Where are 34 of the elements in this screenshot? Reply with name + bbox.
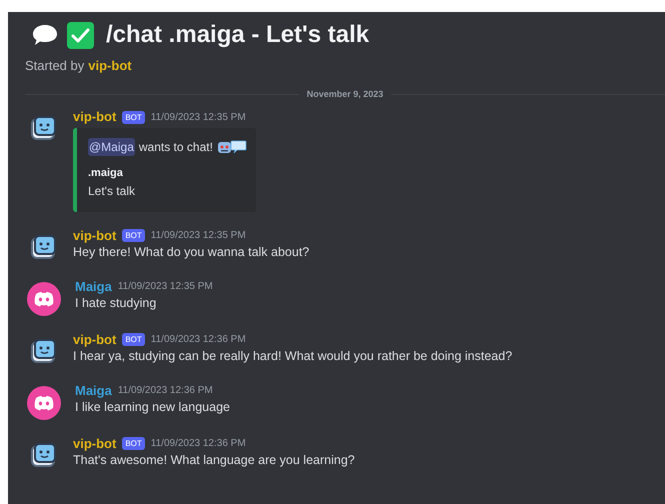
author-name[interactable]: Maiga [75,382,112,398]
starter-name[interactable]: vip-bot [88,56,132,76]
message-text: I hate studying [75,294,158,312]
user-mention[interactable]: @Maiga [88,138,135,156]
author-name[interactable]: vip-bot [73,109,116,125]
author-name[interactable]: Maiga [75,278,112,294]
author-name[interactable]: vip-bot [73,228,116,244]
thread-title: /chat .maiga - Let's talk [106,20,370,50]
timestamp: 11/09/2023 12:35 PM [118,280,213,294]
bot-tag: BOT [122,437,145,450]
message-text: I hear ya, studying can be really hard! What would you rather be doing instead? [73,348,512,364]
bot-tag: BOT [122,229,145,242]
embed-field-value: Let's talk [88,182,136,200]
robot-speech-emoji-icon [216,139,247,155]
date-divider: November 9, 2023 [306,88,384,100]
author-name[interactable]: vip-bot [73,332,116,348]
timestamp: 11/09/2023 12:36 PM [150,333,246,347]
started-by-label: Started by [25,57,84,75]
timestamp: 11/09/2023 12:35 PM [150,229,246,243]
message-text: Hey there! What do you wanna talk about? [73,244,310,260]
bot-tag: BOT [122,110,145,124]
timestamp: 11/09/2023 12:36 PM [118,384,213,398]
speech-bubble-icon [31,23,59,47]
timestamp: 11/09/2023 12:36 PM [150,437,246,451]
bot-tag: BOT [122,333,145,346]
message-text: I like learning new language [75,398,230,416]
discord-avatar-icon [27,386,61,420]
discord-avatar-icon [27,282,61,316]
checkmark-icon [67,22,94,48]
author-name[interactable]: vip-bot [73,436,116,452]
embed-field-name: .maiga [88,166,124,181]
timestamp: 11/09/2023 12:35 PM [150,110,246,124]
message-text: That's awesome! What language are you learning? [73,452,355,468]
embed-text: wants to chat! [138,139,213,156]
